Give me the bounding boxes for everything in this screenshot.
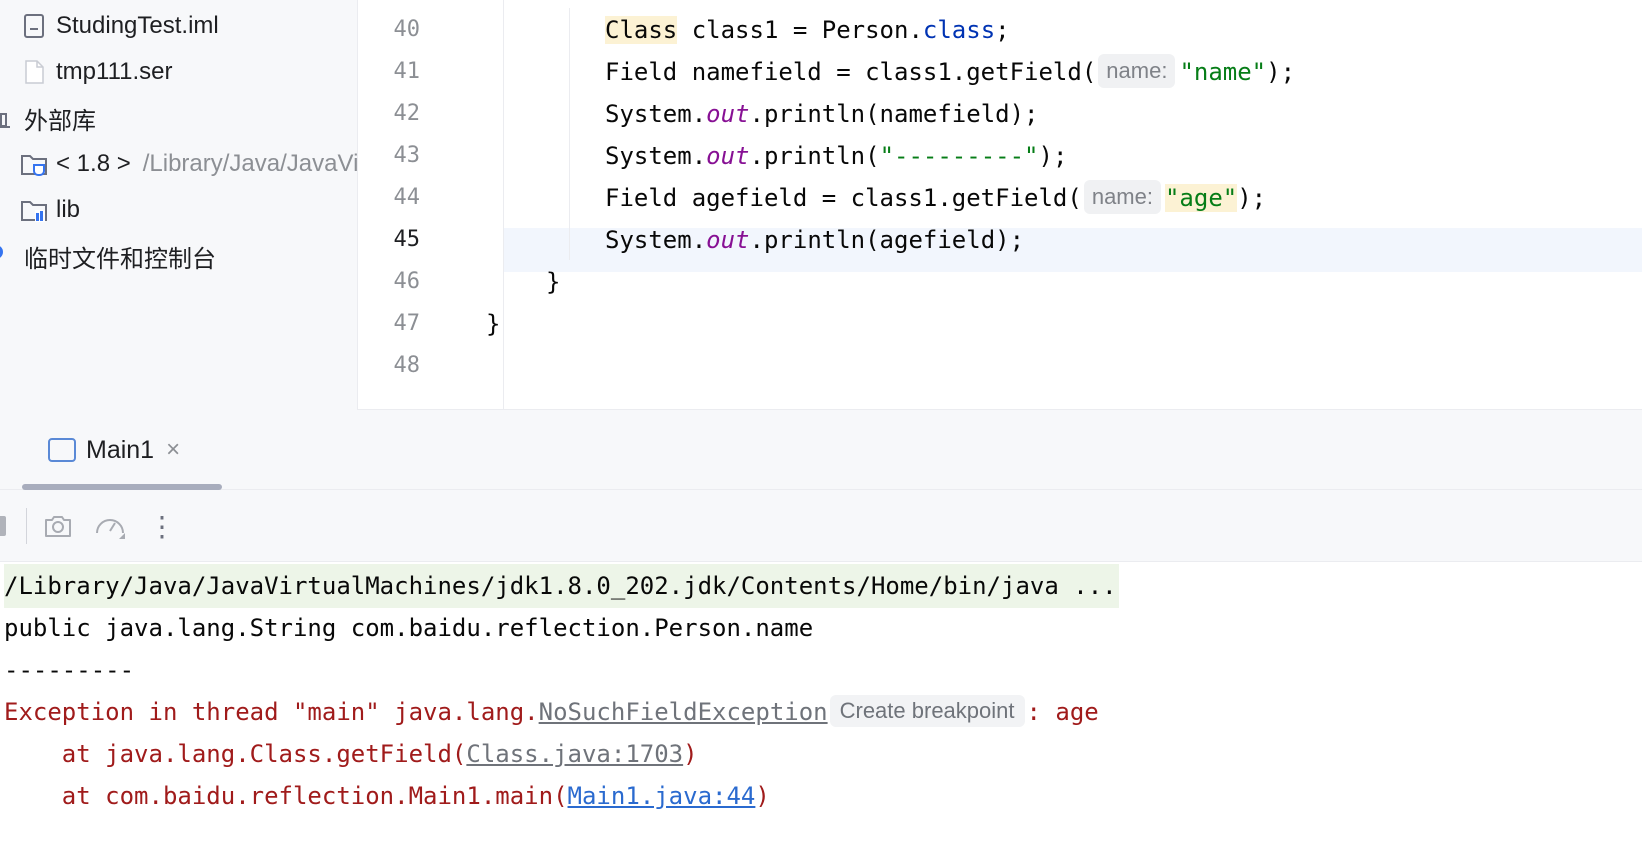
stacktrace-link-main1-java[interactable]: Main1.java:44 [568,782,756,810]
line-number: 41 [393,59,421,84]
line-number: 40 [393,17,421,42]
class-keyword-highlight: Class [605,16,678,44]
file-icon [20,58,48,86]
code-line-45[interactable]: System.out.println(agefield); [605,218,1024,262]
more-options-icon[interactable]: ⋮ [144,508,180,544]
console-window-icon [48,438,76,462]
parameter-hint: name: [1083,180,1161,214]
tree-item-label: tmp111.ser [56,58,173,85]
stacktrace-link-class-java[interactable]: Class.java:1703 [466,740,683,768]
line-number: 44 [393,185,421,210]
jdk-path-hint: /Library/Java/JavaVirtualMachines/jdk1.8… [142,150,358,177]
lib-folder-icon [20,196,48,224]
tree-item-studingtest-iml[interactable]: StudingTest.iml [20,3,219,49]
code-line-42[interactable]: System.out.println(namefield); [605,92,1039,136]
iml-file-icon [20,12,48,40]
console-command-line[interactable]: /Library/Java/JavaVirtualMachines/jdk1.8… [4,564,1119,608]
project-tree: StudingTest.iml tmp111.ser 外部库 < 1.8 > /… [0,0,358,410]
jdk-folder-icon [20,150,48,178]
run-toolbar: ⋮ [0,490,1642,562]
run-tool-window-header: Main1 × [0,410,1642,490]
code-editor[interactable]: 40 41 42 43 44 45 46 47 48 Class class1 … [358,0,1642,410]
create-breakpoint-button[interactable]: Create breakpoint [829,695,1025,727]
run-tab-label: Main1 [86,435,155,464]
line-number: 46 [393,269,421,294]
code-line-44[interactable]: Field agefield = class1.getField(name: "a… [605,176,1266,220]
console-output-line: --------- [4,656,135,684]
camera-icon[interactable] [40,508,76,544]
close-icon[interactable]: × [166,436,180,464]
profiler-gauge-icon[interactable] [92,508,128,544]
code-line-40[interactable]: Class class1 = Person.class; [605,8,1010,52]
code-line-43[interactable]: System.out.println("---------"); [605,134,1067,178]
library-icon [0,104,16,132]
tree-item-label: < 1.8 > [56,150,131,177]
code-line-47[interactable]: } [486,302,500,346]
tree-item-label: 临时文件和控制台 [24,245,216,273]
parameter-hint: name: [1098,54,1176,88]
console-stacktrace-line: at com.baidu.reflection.Main1.main(Main1… [4,782,770,810]
tree-item-label: lib [56,196,81,223]
console-exception-line: Exception in thread "main" java.lang.NoS… [4,690,1099,734]
line-number: 48 [393,353,421,378]
tree-item-lib[interactable]: lib [20,187,80,233]
tree-item-scratches-and-consoles[interactable]: 临时文件和控制台 [0,233,216,279]
scratches-icon [0,242,16,270]
toolbar-separator [26,508,27,544]
console-output[interactable]: /Library/Java/JavaVirtualMachines/jdk1.8… [0,562,1642,842]
string-literal-highlight: "age" [1164,184,1238,212]
tree-item-label: 外部库 [24,107,96,135]
stop-icon[interactable] [0,516,6,536]
line-number: 43 [393,143,421,168]
run-tab-main1[interactable]: Main1 × [22,410,222,490]
console-output-line: public java.lang.String com.baidu.reflec… [4,614,814,642]
line-number: 42 [393,101,421,126]
exception-class-link[interactable]: NoSuchFieldException [539,698,828,726]
indent-guide [569,8,570,260]
tree-item-external-libraries[interactable]: 外部库 [0,95,96,141]
line-number: 47 [393,311,421,336]
code-line-46[interactable]: } [546,260,560,304]
tree-item-label: StudingTest.iml [56,12,219,39]
tree-item-jdk-1-8[interactable]: < 1.8 > /Library/Java/JavaVirtualMachine… [20,141,358,187]
console-stacktrace-line: at java.lang.Class.getField(Class.java:1… [4,740,698,768]
line-number-current: 45 [393,227,421,252]
code-line-41[interactable]: Field namefield = class1.getField(name: "… [605,50,1295,94]
tree-item-tmp111-ser[interactable]: tmp111.ser [20,49,173,95]
